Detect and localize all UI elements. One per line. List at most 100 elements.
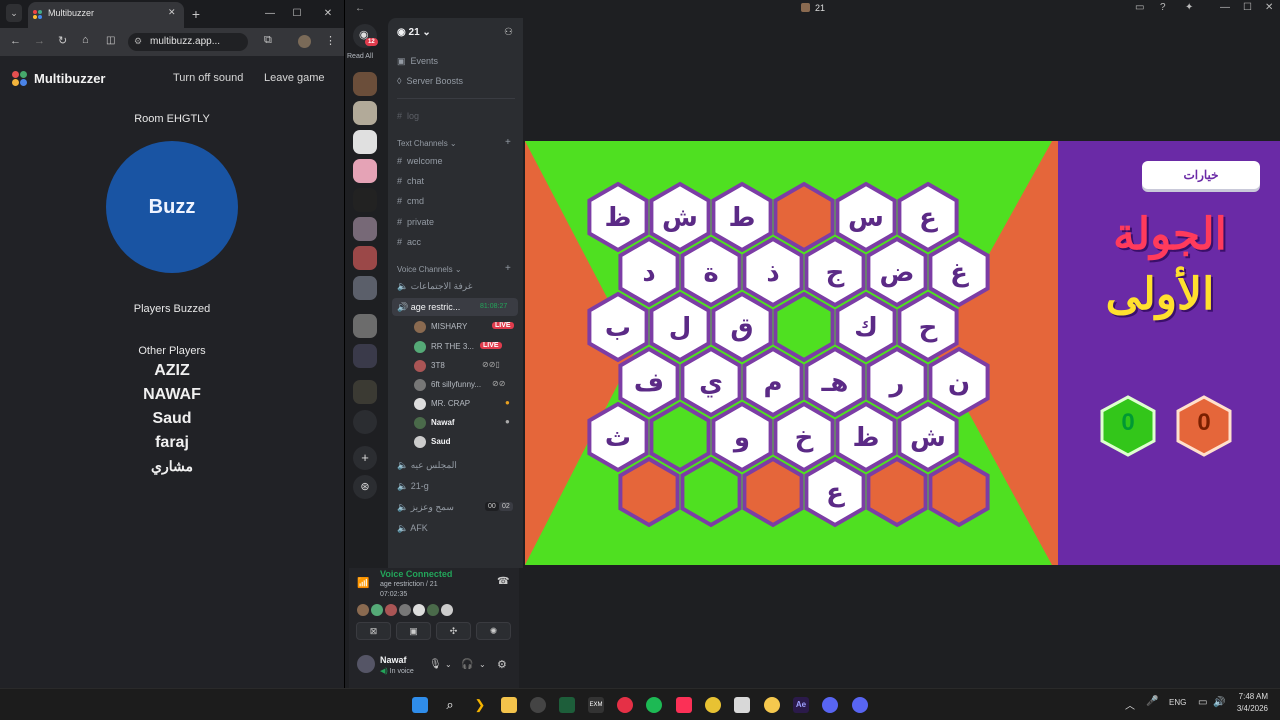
tab-close-icon[interactable]: ✕ [168,7,176,18]
leave-game-link[interactable]: Leave game [264,72,325,84]
discord-icon[interactable] [852,697,868,713]
chevron-down-icon[interactable]: ⌄ [479,660,486,669]
clock-date[interactable]: 3/4/2026 [1230,704,1268,713]
stream-view[interactable]: ظ ش ط س ع د ة ذ ج ض غ ب ل ق ك ح ف ي م هـ ر ن ث و خ ظ ش ع خيارات الج… [525,141,1280,565]
options-button[interactable]: خيارات [1142,161,1260,189]
server-icon[interactable] [353,188,377,212]
discord-home-icon[interactable]: ◉ 12 [353,24,378,48]
home-icon[interactable]: ⌂ [82,34,89,46]
new-tab-button[interactable]: + [188,0,204,28]
minimize-button[interactable]: — [260,0,280,28]
discord-icon[interactable] [822,697,838,713]
close-button[interactable]: ✕ [1265,2,1273,13]
turn-off-sound-link[interactable]: Turn off sound [173,72,243,84]
server-icon[interactable] [353,217,377,241]
server-icon[interactable] [353,410,377,434]
add-member-icon[interactable]: ⚇ [504,27,513,38]
music-icon[interactable] [676,697,692,713]
headphones-icon[interactable]: 🎧 [461,659,473,670]
volume-icon[interactable]: 🔊 [1213,697,1225,708]
close-window-button[interactable]: ✕ [318,0,338,28]
voice-channel-active[interactable]: 🔊 age restric... [397,302,460,313]
minimize-button[interactable]: — [1220,2,1230,13]
widget-icon[interactable]: ❯ [472,697,488,713]
media-player-icon[interactable] [617,697,633,713]
read-all-button[interactable]: Read All [347,53,373,60]
app-icon[interactable] [734,697,750,713]
channel-private[interactable]: # private [397,217,434,227]
back-icon[interactable]: ← [10,35,21,47]
voice-channel-path[interactable]: age restriction / 21 [380,581,438,588]
extensions-icon[interactable]: ⧉ [264,34,272,47]
spotify-icon[interactable] [646,697,662,713]
server-icon[interactable] [353,159,377,183]
soundboard-button[interactable]: ✺ [476,622,511,640]
language-indicator[interactable]: ENG [1169,698,1186,707]
split-view-icon[interactable]: ◫ [106,35,115,46]
server-icon[interactable] [353,72,377,96]
camera-off-button[interactable]: ⊠ [356,622,391,640]
search-icon[interactable]: ⌕ [442,697,458,713]
app-icon[interactable] [559,697,575,713]
voice-channel[interactable]: 🔈 21-g [397,481,429,492]
file-explorer-icon[interactable] [501,697,517,713]
voice-channel[interactable]: 🔈 AFK [397,523,428,534]
settings-gear-icon[interactable]: ⚙ [497,658,507,671]
voice-user[interactable]: 6ft sillyfunny... [414,379,481,391]
windows-start-icon[interactable] [412,697,428,713]
channel-log[interactable]: # log [397,111,419,121]
channel-welcome[interactable]: # welcome [397,156,443,166]
menu-kebab-icon[interactable]: ⋮ [325,34,336,47]
forward-icon[interactable]: → [34,35,45,47]
discover-icon[interactable]: ⊛ [353,475,377,499]
server-folder[interactable] [353,276,377,300]
buzz-button[interactable]: Buzz [106,141,238,273]
channel-cmd[interactable]: # cmd [397,196,424,206]
mic-tray-icon[interactable]: 🎤 [1146,696,1158,707]
chevron-down-icon[interactable]: ⌄ [445,660,452,669]
screen-share-button[interactable]: ▣ [396,622,431,640]
channel-acc[interactable]: # acc [397,237,421,247]
after-effects-icon[interactable]: Ae [793,697,809,713]
app-icon[interactable] [530,697,546,713]
create-channel-icon[interactable]: + [505,263,511,274]
server-name[interactable]: ◉ 21 ⌄ [397,27,431,38]
back-icon[interactable]: ← [355,3,365,14]
clock-time[interactable]: 7:48 AM [1236,692,1268,701]
app-icon[interactable] [764,697,780,713]
server-icon[interactable] [353,101,377,125]
events-item[interactable]: ▣ Events [397,56,438,67]
maximize-button[interactable]: ☐ [1243,2,1252,13]
voice-user[interactable]: MISHARY [414,321,467,333]
server-icon[interactable] [353,130,377,154]
voice-user[interactable]: MR. CRAP [414,398,470,410]
voice-channel[interactable]: 🔈 سمح وعزيز [397,502,454,513]
app-icon[interactable]: EXM [588,697,604,713]
text-channels-category[interactable]: Text Channels ⌄ [397,139,457,148]
voice-channel[interactable]: 🔈 غرفة الاجتماعات [397,281,472,292]
help-icon[interactable]: ? [1160,2,1166,13]
activities-button[interactable]: ✣ [436,622,471,640]
server-folder[interactable] [353,380,377,404]
server-folder[interactable] [353,246,377,270]
network-icon[interactable]: ▭ [1198,697,1207,708]
user-avatar[interactable] [357,655,375,673]
voice-user[interactable]: Nawaf [414,417,455,429]
create-channel-icon[interactable]: + [505,137,511,148]
channel-chat[interactable]: # chat [397,176,424,186]
tray-chevron-icon[interactable]: ︿ [1125,697,1135,712]
voice-user[interactable]: RR THE 3... [414,341,474,353]
voice-user[interactable]: Saud [414,436,451,448]
address-bar[interactable]: ⚙ multibuzz.app... [128,33,248,51]
add-server-icon[interactable]: + [353,446,377,470]
server-folder[interactable] [353,314,377,338]
maximize-button[interactable]: ☐ [287,0,307,28]
voice-channel[interactable]: 🔈 المجلس عيه [397,460,457,471]
browser-tab[interactable]: Multibuzzer ✕ [28,2,184,28]
chrome-icon[interactable] [705,697,721,713]
reload-icon[interactable]: ↻ [58,34,67,47]
site-info-icon[interactable]: ⚙ [134,36,142,47]
tab-search-button[interactable]: ⌄ [6,4,22,22]
mic-icon[interactable]: 🎙 [429,659,442,670]
voice-channels-category[interactable]: Voice Channels ⌄ [397,265,462,274]
